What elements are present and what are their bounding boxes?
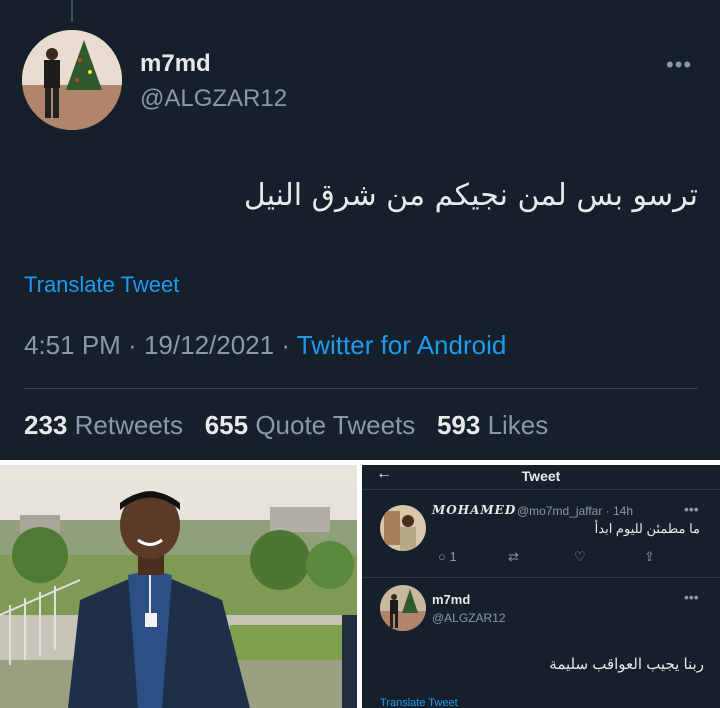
likes-stat[interactable]: 593 Likes (437, 410, 548, 440)
tweet-text: ترسو بس لمن نجيكم من شرق النيل (243, 178, 698, 213)
tweet-stats: 233 Retweets 655 Quote Tweets 593 Likes (24, 410, 548, 441)
retweets-count: 233 (24, 410, 68, 440)
translate-tweet-link[interactable]: Translate Tweet (380, 697, 458, 708)
reply-count: 1 (449, 549, 457, 564)
reply-screenshot: ← Tweet 𝑴𝑶𝑯𝑨𝑴𝑬𝑫 @mo7md_jaffar · 14h ••• … (362, 465, 720, 708)
retweets-label: Retweets (74, 410, 184, 440)
screen-title: Tweet (521, 468, 561, 484)
reply-text: ما مطمئن لليوم ابدأ (594, 521, 700, 536)
tweet-card: m7md @ALGZAR12 ••• ترسو بس لمن نجيكم من … (0, 0, 720, 460)
more-horizontal-icon[interactable]: ••• (666, 52, 692, 78)
likes-label: Likes (487, 410, 549, 440)
main-author-handle[interactable]: @ALGZAR12 (432, 611, 506, 625)
quotes-stat[interactable]: 655 Quote Tweets (205, 410, 416, 440)
reply-icon[interactable]: ○ 1 (438, 549, 457, 564)
meta-separator: · (281, 330, 291, 360)
tweet-date: 19/12/2021 (143, 330, 275, 360)
more-horizontal-icon[interactable]: ••• (684, 501, 699, 517)
author-handle[interactable]: @ALGZAR12 (140, 85, 287, 113)
main-author-name[interactable]: m7md (432, 592, 470, 607)
quotes-label: Quote Tweets (255, 410, 416, 440)
comment-icon: ○ (438, 549, 446, 564)
tweet-meta: 4:51 PM · 19/12/2021 · Twitter for Andro… (24, 330, 506, 361)
likes-count: 593 (436, 410, 481, 440)
translate-tweet-link[interactable]: Translate Tweet (24, 272, 179, 298)
thread-line (71, 0, 73, 22)
header-divider (362, 489, 720, 490)
main-avatar[interactable] (380, 585, 426, 631)
quotes-count: 655 (204, 410, 249, 440)
tweet-time: 4:51 PM (24, 330, 121, 360)
meta-separator: · (128, 330, 137, 360)
reply-divider (362, 577, 720, 578)
more-horizontal-icon[interactable]: ••• (684, 589, 699, 605)
reply-author-handle[interactable]: @mo7md_jaffar · 14h (517, 504, 633, 518)
share-icon[interactable]: ⇪ (644, 549, 655, 565)
reply-author-name[interactable]: 𝑴𝑶𝑯𝑨𝑴𝑬𝑫 (432, 503, 516, 517)
avatar[interactable] (22, 30, 122, 130)
like-icon[interactable]: ♡ (574, 549, 586, 565)
retweet-icon[interactable]: ⇄ (508, 549, 519, 565)
main-tweet-text: ربنا يجيب العواقب سليمة (549, 656, 704, 673)
reply-avatar[interactable] (380, 505, 426, 551)
tweet-source-link[interactable]: Twitter for Android (297, 330, 507, 360)
retweets-stat[interactable]: 233 Retweets (24, 410, 183, 440)
author-name[interactable]: m7md (140, 50, 211, 78)
divider (24, 388, 698, 389)
profile-photo (0, 465, 357, 708)
